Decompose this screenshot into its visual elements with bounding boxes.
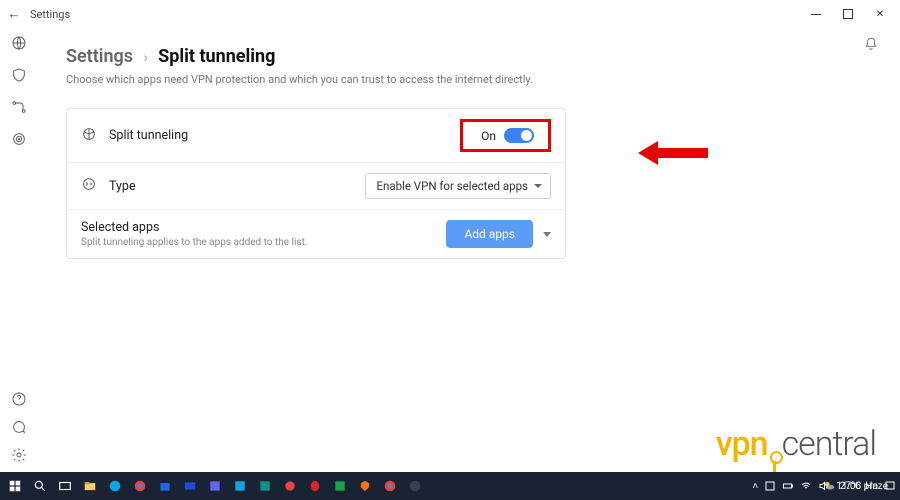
route-icon[interactable] xyxy=(10,98,28,116)
chrome-icon-2[interactable] xyxy=(379,476,401,496)
chat-icon[interactable] xyxy=(10,418,28,436)
selected-apps-row: Selected apps Split tunneling applies to… xyxy=(67,210,565,258)
tray-chevron-icon[interactable]: ˄ xyxy=(752,481,758,492)
taskview-icon[interactable] xyxy=(54,476,76,496)
split-icon xyxy=(81,126,99,146)
clock[interactable]: 11:06 pm xyxy=(836,481,878,492)
store-icon[interactable] xyxy=(154,476,176,496)
add-apps-button[interactable]: Add apps xyxy=(446,220,533,248)
selected-apps-label: Selected apps xyxy=(81,220,307,235)
edge-icon[interactable] xyxy=(104,476,126,496)
mail-icon[interactable] xyxy=(179,476,201,496)
volume-icon[interactable] xyxy=(818,480,830,492)
nvidia-icon[interactable] xyxy=(764,480,776,492)
shield-icon[interactable] xyxy=(10,66,28,84)
wifi-icon[interactable] xyxy=(800,480,812,492)
titlebar: ← Settings ✕ xyxy=(0,0,900,28)
toggle-state-label: On xyxy=(481,129,496,143)
split-label: Split tunneling xyxy=(109,128,188,143)
close-button[interactable]: ✕ xyxy=(864,0,896,28)
outlook-icon[interactable] xyxy=(229,476,251,496)
globe-icon[interactable] xyxy=(10,34,28,52)
target-icon[interactable] xyxy=(10,130,28,148)
notification-center-icon[interactable] xyxy=(884,480,896,492)
expand-icon[interactable] xyxy=(543,232,551,237)
type-icon xyxy=(81,176,99,196)
explorer-icon[interactable] xyxy=(79,476,101,496)
settings-window: ← Settings ✕ Settings › Split tun xyxy=(0,0,900,472)
toggle-highlight-box: On xyxy=(460,119,551,152)
type-dropdown[interactable]: Enable VPN for selected apps xyxy=(365,173,551,199)
breadcrumb-separator: › xyxy=(143,50,147,66)
page-subtitle: Choose which apps need VPN protection an… xyxy=(66,73,880,86)
page-title: Split tunneling xyxy=(158,46,275,67)
chrome-icon[interactable] xyxy=(129,476,151,496)
settings-icon[interactable] xyxy=(10,446,28,464)
split-tunneling-row: Split tunneling On xyxy=(67,109,565,163)
app-icon-2[interactable] xyxy=(254,476,276,496)
windows-taskbar[interactable]: 27°C Haze ˄ 11:06 pm xyxy=(0,472,900,500)
type-row: Type Enable VPN for selected apps xyxy=(67,163,565,210)
app-icon-1[interactable] xyxy=(204,476,226,496)
content-area: Settings › Split tunneling Choose which … xyxy=(38,28,900,472)
battery-icon[interactable] xyxy=(782,480,794,492)
search-icon[interactable] xyxy=(29,476,51,496)
minimize-button[interactable] xyxy=(800,0,832,28)
selected-apps-sublabel: Split tunneling applies to the apps adde… xyxy=(81,237,307,248)
opera-icon[interactable] xyxy=(304,476,326,496)
brave-icon[interactable] xyxy=(354,476,376,496)
back-button[interactable]: ← xyxy=(4,6,24,22)
annotation-arrow xyxy=(638,138,708,172)
vpncentral-logo: vpncentral xyxy=(716,424,876,464)
settings-card: Split tunneling On Type Enable VPN for s… xyxy=(66,108,566,259)
help-icon[interactable] xyxy=(10,390,28,408)
breadcrumb-root[interactable]: Settings xyxy=(66,46,133,67)
maximize-button[interactable] xyxy=(832,0,864,28)
window-title: Settings xyxy=(30,8,70,21)
type-label: Type xyxy=(109,179,136,194)
sidebar xyxy=(0,28,38,472)
app-icon-4[interactable] xyxy=(329,476,351,496)
notifications-icon[interactable] xyxy=(864,36,878,55)
app-icon-3[interactable] xyxy=(279,476,301,496)
start-button[interactable] xyxy=(4,476,26,496)
breadcrumb: Settings › Split tunneling xyxy=(66,46,880,67)
split-tunneling-toggle[interactable] xyxy=(504,128,534,143)
system-tray[interactable]: ˄ 11:06 pm xyxy=(752,480,896,492)
app-icon-5[interactable] xyxy=(404,476,426,496)
